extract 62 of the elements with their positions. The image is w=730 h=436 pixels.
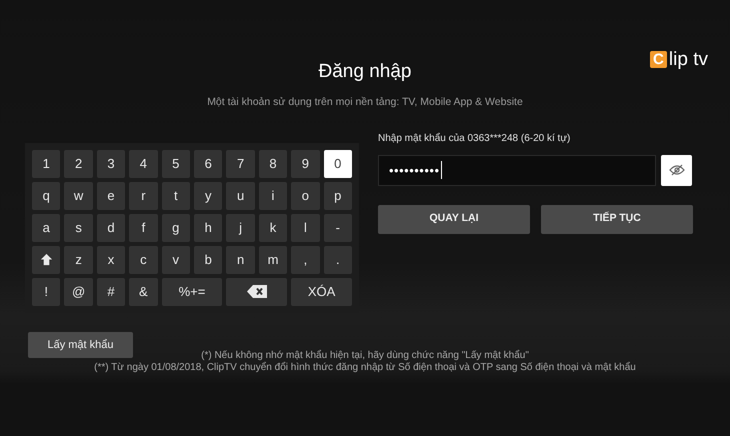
logo-text: lip tv — [668, 50, 708, 69]
keyboard-key[interactable]: p — [324, 182, 352, 210]
footnote: (**) Từ ngày 01/08/2018, ClipTV chuyển đổi hình thức đăng nhập từ Số điện thoại và OTP sang Số điện thoại và mật khẩu — [94, 362, 636, 374]
toggle-visibility-button[interactable] — [661, 154, 692, 186]
action-button[interactable]: QUAY LẠI — [378, 204, 530, 234]
password-field[interactable]: •••••••••• — [378, 154, 656, 186]
keyboard-key[interactable]: XÓA — [291, 278, 352, 306]
keyboard-key[interactable]: x — [96, 246, 126, 274]
keyboard-key[interactable]: , — [291, 246, 320, 274]
keyboard-key[interactable]: @ — [64, 278, 93, 306]
footnote: (*) Nếu không nhớ mật khẩu hiện tại, hãy dùng chức năng "Lấy mật khẩu" — [201, 350, 529, 362]
keyboard-key[interactable]: u — [226, 182, 255, 210]
action-button[interactable]: TIẾP TỤC — [541, 204, 693, 234]
keyboard-key[interactable]: # — [96, 278, 126, 306]
password-label: Nhập mật khẩu của 0363***248 (6-20 kí tự) — [378, 132, 572, 146]
backspace-key[interactable] — [226, 278, 288, 306]
keyboard-key[interactable]: & — [129, 278, 158, 306]
logo-badge: C — [650, 51, 667, 68]
keyboard-key[interactable]: r — [129, 182, 158, 210]
keyboard-key[interactable]: m — [258, 246, 288, 274]
keyboard-key[interactable]: 1 — [32, 150, 60, 178]
shift-icon — [40, 253, 53, 266]
page-title: Đăng nhập — [318, 60, 412, 84]
keyboard-key[interactable]: 7 — [226, 150, 255, 178]
shift-key[interactable] — [32, 246, 60, 274]
keyboard-key[interactable]: b — [194, 246, 222, 274]
keyboard-key[interactable]: g — [162, 214, 190, 242]
keyboard-key[interactable]: n — [226, 246, 255, 274]
eye-off-icon — [668, 164, 684, 176]
keyboard-key[interactable]: i — [258, 182, 288, 210]
keyboard-key[interactable]: q — [32, 182, 60, 210]
keyboard-key[interactable]: f — [129, 214, 158, 242]
keyboard-key[interactable]: %+= — [162, 278, 222, 306]
keyboard-key[interactable]: t — [162, 182, 190, 210]
keyboard-key[interactable]: c — [129, 246, 158, 274]
keyboard-key[interactable]: e — [96, 182, 126, 210]
keyboard-key[interactable]: v — [162, 246, 190, 274]
keyboard-key[interactable]: j — [226, 214, 255, 242]
keyboard-key[interactable]: 0 — [324, 150, 352, 178]
keyboard-key[interactable]: 9 — [291, 150, 320, 178]
keyboard-key[interactable]: 2 — [64, 150, 93, 178]
keyboard-key[interactable]: a — [32, 214, 60, 242]
keyboard-key[interactable]: 5 — [162, 150, 190, 178]
keyboard-key[interactable]: 4 — [129, 150, 158, 178]
keyboard-key[interactable]: s — [64, 214, 93, 242]
keyboard-key[interactable]: y — [194, 182, 222, 210]
keyboard-key[interactable]: . — [324, 246, 352, 274]
page-subtitle: Một tài khoản sử dụng trên mọi nền tảng: TV, Mobile App & Website — [207, 95, 523, 110]
keyboard-key[interactable]: 3 — [96, 150, 126, 178]
keyboard-key[interactable]: w — [64, 182, 93, 210]
keyboard-key[interactable]: d — [96, 214, 126, 242]
keyboard-key[interactable]: l — [291, 214, 320, 242]
backspace-icon — [246, 285, 267, 298]
keyboard-key[interactable]: ! — [32, 278, 60, 306]
keyboard-key[interactable]: z — [64, 246, 93, 274]
keyboard-key[interactable]: 6 — [194, 150, 222, 178]
keyboard-key[interactable]: 8 — [258, 150, 288, 178]
keyboard-key[interactable]: k — [258, 214, 288, 242]
keyboard-key[interactable]: o — [291, 182, 320, 210]
keyboard-key[interactable]: h — [194, 214, 222, 242]
keyboard-key[interactable]: - — [324, 214, 352, 242]
forgot-password-button[interactable]: Lấy mật khẩu — [28, 332, 133, 358]
